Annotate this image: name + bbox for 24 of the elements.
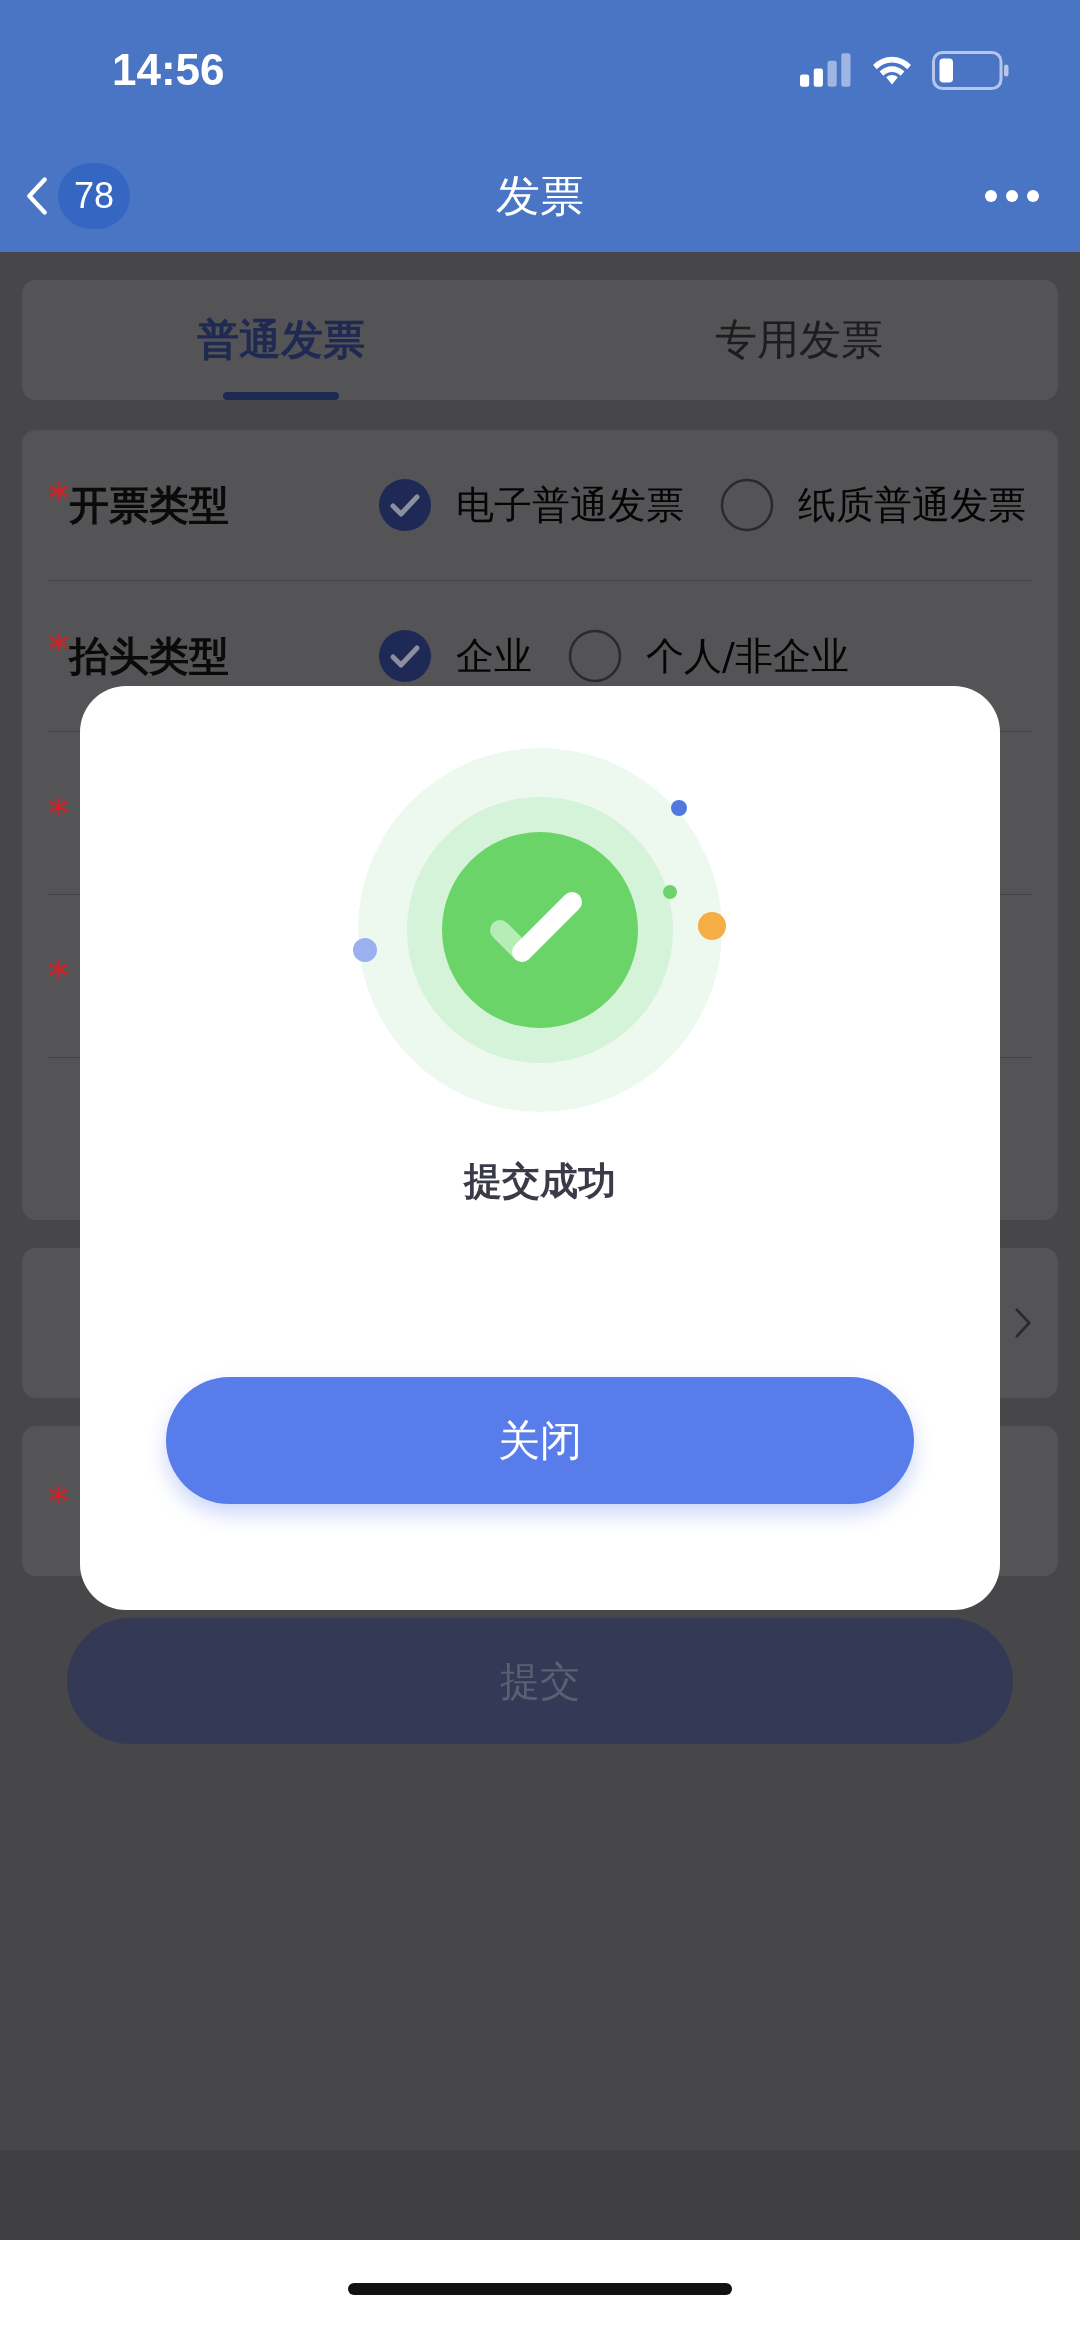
radio-icon[interactable] (720, 478, 774, 532)
option-label[interactable]: 电子普通发票 (456, 479, 684, 531)
field-label: 开票类型 (68, 480, 229, 530)
unread-count-badge: 78 (58, 163, 131, 229)
required-mark: * (48, 793, 69, 833)
page-title: 发票 (495, 168, 585, 223)
more-icon[interactable] (984, 189, 1040, 203)
option-label[interactable]: 个人/非企业 (646, 630, 849, 682)
required-mark: * (48, 956, 69, 996)
clock-time: 14:56 (112, 45, 225, 95)
option-label[interactable]: 纸质普通发票 (798, 479, 1026, 531)
required-mark: * (48, 628, 69, 669)
option-label[interactable]: 企业 (456, 630, 532, 682)
required-mark: * (48, 1481, 69, 1521)
checked-radio-icon[interactable] (378, 478, 432, 532)
success-message: 提交成功 (464, 1158, 616, 1205)
checked-radio-icon[interactable] (378, 629, 432, 683)
back-icon[interactable] (26, 176, 48, 216)
required-mark: * (48, 477, 69, 518)
field-label: 抬头类型 (68, 631, 229, 681)
battery-icon (932, 50, 1010, 90)
signal-icon (800, 53, 852, 87)
close-button[interactable]: 关闭 (166, 1377, 914, 1504)
radio-icon[interactable] (568, 629, 622, 683)
